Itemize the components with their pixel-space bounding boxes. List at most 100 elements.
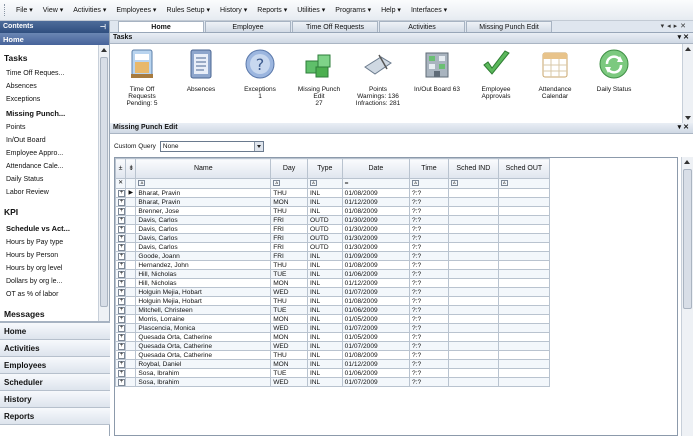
panel-menu-close-icon[interactable]: ▾ ✕ — [678, 33, 689, 41]
cell-sched-ind[interactable] — [447, 287, 499, 297]
sidebar-item-in-out-board[interactable]: In/Out Board — [0, 134, 110, 147]
sidebar-item-dollars-by-org-level[interactable]: Dollars by org le... — [0, 275, 110, 288]
task-attendance-calendar[interactable]: Attendance Calendar — [527, 47, 583, 100]
panel-menu-close-icon[interactable]: ▾ ✕ — [678, 123, 689, 131]
cell-sched-ind[interactable] — [447, 260, 499, 270]
task-points[interactable]: Points Warnings: 136 Infractions: 281 — [350, 47, 406, 107]
task-employee-approvals[interactable]: Employee Approvals — [468, 47, 524, 100]
cell-sched-ind[interactable] — [447, 296, 499, 306]
filter-sched-out[interactable]: A — [497, 178, 551, 189]
nav-employees-button[interactable]: Employees — [0, 357, 110, 374]
table-row[interactable]: + ▶ Bharat, Pravin THU INL 01/08/2009?:? — [115, 188, 551, 198]
menu-history[interactable]: History ▾ — [215, 6, 252, 14]
tasks-scrollbar[interactable] — [682, 44, 693, 123]
cell-sched-out[interactable] — [497, 332, 551, 342]
cell-sched-ind[interactable] — [447, 359, 499, 369]
task-missing-punch-edit[interactable]: Missing Punch Edit 27 — [291, 47, 347, 107]
table-row[interactable]: + Hernandez, John THU INL 01/08/2009?:? — [115, 260, 551, 270]
filter-icon[interactable]: A — [412, 180, 420, 187]
cell-time[interactable]: ?:? — [409, 377, 449, 387]
table-row[interactable]: + Plascencia, Monica WED INL 01/07/2009?:? — [115, 323, 551, 333]
menu-reports[interactable]: Reports ▾ — [252, 6, 292, 14]
filter-name[interactable]: A — [135, 178, 272, 189]
row-selector[interactable] — [125, 341, 137, 351]
row-selector[interactable] — [125, 314, 137, 324]
table-row[interactable]: + Davis, Carlos FRI OUTD 01/30/2009?:? — [115, 233, 551, 243]
expand-plus-icon[interactable]: + — [118, 379, 125, 386]
sidebar-item-ot-as-percent-of-labor[interactable]: OT as % of labor — [0, 288, 110, 301]
menu-utilities[interactable]: Utilities ▾ — [292, 6, 330, 14]
expand-row-icon[interactable]: + — [115, 305, 127, 315]
cell-sched-ind[interactable] — [447, 242, 499, 252]
row-selector[interactable] — [125, 296, 137, 306]
sidebar-item-labor-review[interactable]: Labor Review — [0, 186, 110, 199]
expand-plus-icon[interactable]: + — [118, 334, 125, 341]
sidebar-item-exceptions[interactable]: Exceptions — [0, 93, 110, 106]
scroll-up-arrow-icon[interactable] — [684, 160, 690, 164]
expand-row-icon[interactable]: + — [115, 368, 127, 378]
expand-row-icon[interactable]: + — [115, 269, 127, 279]
cell-sched-out[interactable] — [497, 359, 551, 369]
filter-type[interactable]: A — [306, 178, 343, 189]
cell-sched-out[interactable] — [497, 368, 551, 378]
tab-missing-punch-edit[interactable]: Missing Punch Edit — [466, 21, 552, 32]
sidebar-item-hours-by-org-level[interactable]: Hours by org level — [0, 262, 110, 275]
cell-time[interactable]: ?:? — [409, 368, 449, 378]
expand-plus-icon[interactable]: + — [118, 253, 125, 260]
cell-time[interactable]: ?:? — [409, 242, 449, 252]
cell-time[interactable]: ?:? — [409, 215, 449, 225]
expand-row-icon[interactable]: + — [115, 233, 127, 243]
scroll-up-arrow-icon[interactable] — [101, 48, 107, 52]
sidebar-item-hours-by-pay-type[interactable]: Hours by Pay type — [0, 236, 110, 249]
cell-sched-out[interactable] — [497, 206, 551, 216]
row-selector[interactable] — [125, 224, 137, 234]
nav-home-button[interactable]: Home — [0, 323, 110, 340]
row-selector[interactable] — [125, 368, 137, 378]
cell-sched-out[interactable] — [497, 197, 551, 207]
filter-icon[interactable]: A — [273, 180, 281, 187]
row-selector[interactable] — [125, 332, 137, 342]
expand-plus-icon[interactable]: + — [118, 352, 125, 359]
sidebar-item-attendance-calendar[interactable]: Attendance Cale... — [0, 160, 110, 173]
sidebar-item-points[interactable]: Points — [0, 121, 110, 134]
expand-row-icon[interactable]: + — [115, 278, 127, 288]
expand-row-icon[interactable]: + — [115, 359, 127, 369]
row-selector[interactable]: ▶ — [125, 188, 137, 198]
filter-date[interactable]: = — [341, 178, 411, 189]
cell-sched-out[interactable] — [497, 233, 551, 243]
task-time-off-requests[interactable]: Time Off Requests Pending: 5 — [114, 47, 170, 107]
cell-sched-ind[interactable] — [447, 305, 499, 315]
sidebar-scrollbar[interactable] — [98, 45, 109, 337]
menu-activities[interactable]: Activities ▾ — [68, 6, 111, 14]
cell-sched-ind[interactable] — [447, 368, 499, 378]
cell-sched-out[interactable] — [497, 305, 551, 315]
cell-time[interactable]: ?:? — [409, 197, 449, 207]
cell-sched-out[interactable] — [497, 323, 551, 333]
expand-plus-icon[interactable]: + — [118, 307, 125, 314]
tab-activities[interactable]: Activities — [379, 21, 465, 32]
expand-plus-icon[interactable]: + — [118, 217, 125, 224]
cell-sched-out[interactable] — [497, 251, 551, 261]
cell-sched-ind[interactable] — [447, 251, 499, 261]
cell-time[interactable]: ?:? — [409, 287, 449, 297]
expand-all-icon[interactable]: ± — [115, 158, 127, 179]
expand-row-icon[interactable]: + — [115, 197, 127, 207]
column-header-time[interactable]: Time — [409, 158, 449, 179]
expand-row-icon[interactable]: + — [115, 224, 127, 234]
expand-plus-icon[interactable]: + — [118, 262, 125, 269]
cell-sched-ind[interactable] — [447, 233, 499, 243]
expand-row-icon[interactable]: + — [115, 242, 127, 252]
expand-row-icon[interactable]: + — [115, 260, 127, 270]
sidebar-item-absences[interactable]: Absences — [0, 80, 110, 93]
expand-plus-icon[interactable]: + — [118, 280, 125, 287]
table-row[interactable]: + Goode, Joann FRI INL 01/09/2009?:? — [115, 251, 551, 261]
table-row[interactable]: + Bharat, Pravin MON INL 01/12/2009?:? — [115, 197, 551, 207]
cell-sched-ind[interactable] — [447, 332, 499, 342]
cell-time[interactable]: ?:? — [409, 251, 449, 261]
cell-sched-out[interactable] — [497, 278, 551, 288]
filter-icon[interactable]: A — [500, 180, 508, 187]
tab-time-off-requests[interactable]: Time Off Requests — [292, 21, 378, 32]
row-selector[interactable] — [125, 233, 137, 243]
filter-icon[interactable]: A — [138, 180, 146, 187]
row-selector[interactable] — [125, 197, 137, 207]
